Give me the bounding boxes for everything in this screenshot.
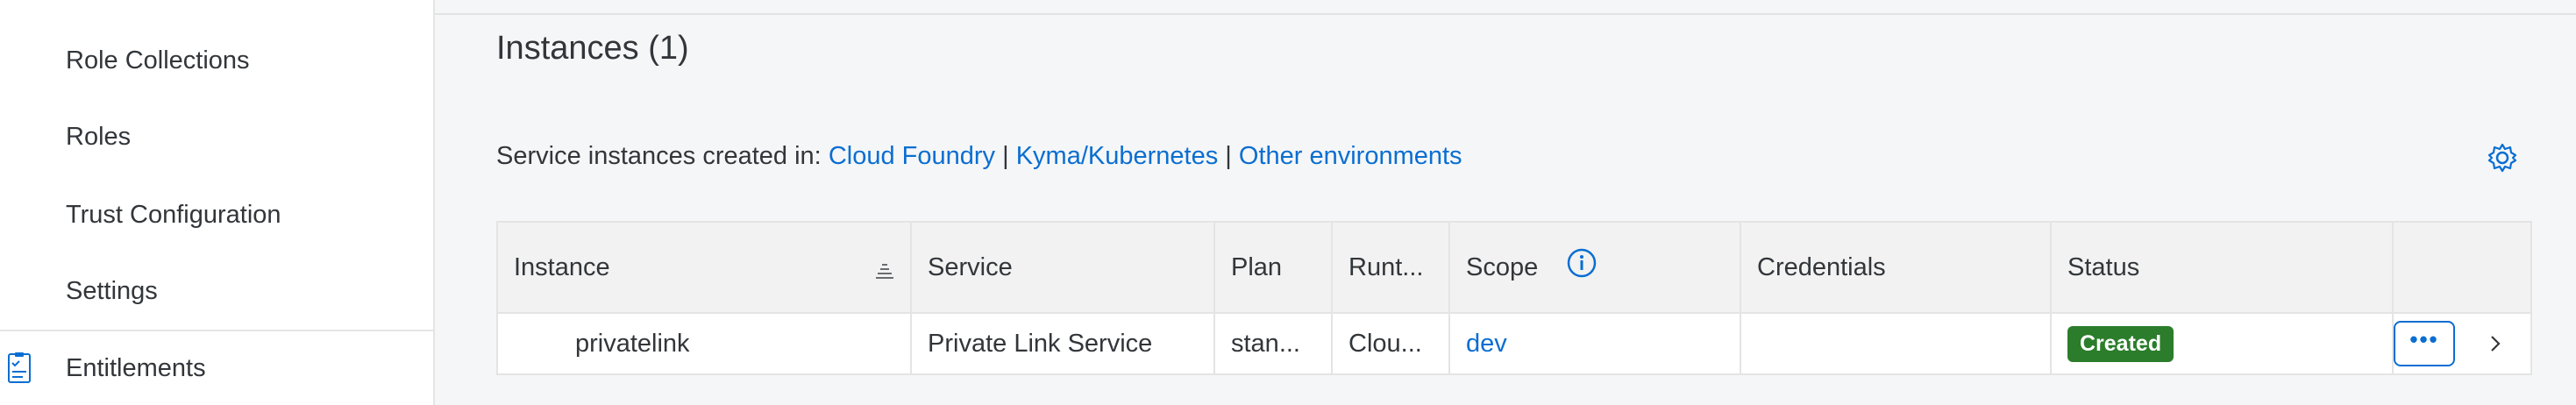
- entitlements-icon: [7, 352, 32, 384]
- env-link-other-environments[interactable]: Other environments: [1239, 142, 1462, 170]
- column-header-credentials[interactable]: Credentials: [1741, 223, 2052, 312]
- cell-runtime: Clou...: [1333, 314, 1450, 373]
- sidebar-item-trust-configuration[interactable]: Trust Configuration: [0, 180, 433, 250]
- more-actions-button[interactable]: •••: [2394, 321, 2455, 366]
- more-actions-label: •••: [2409, 325, 2439, 352]
- sidebar-item-label: Roles: [66, 122, 132, 151]
- instance-name: privatelink: [575, 329, 690, 358]
- column-header-label: Scope: [1466, 252, 1539, 281]
- status-badge: Created: [2067, 325, 2174, 362]
- column-header-label: Runt...: [1348, 252, 1424, 281]
- env-separator: |: [1225, 142, 1232, 170]
- page-title: Instances (1): [496, 30, 689, 67]
- cell-credentials: [1741, 314, 2052, 373]
- column-header-label: Service: [928, 252, 1013, 281]
- env-link-kyma-kubernetes[interactable]: Kyma/Kubernetes: [1016, 142, 1219, 170]
- sidebar-item-label: Entitlements: [66, 353, 206, 382]
- sidebar-item-entitlements[interactable]: Entitlements: [0, 333, 433, 403]
- sidebar-item-roles[interactable]: Roles: [0, 102, 433, 172]
- chevron-right-icon[interactable]: [2487, 333, 2504, 354]
- column-header-label: Status: [2067, 252, 2140, 281]
- sidebar-item-role-collections[interactable]: Role Collections: [0, 25, 433, 96]
- top-divider: [435, 13, 2576, 15]
- sidebar-item-settings[interactable]: Settings: [0, 256, 433, 326]
- sort-icon[interactable]: [875, 258, 894, 279]
- column-header-runtime[interactable]: Runt...: [1333, 223, 1450, 312]
- column-header-service[interactable]: Service: [912, 223, 1215, 312]
- env-prefix-text: Service instances created in:: [496, 142, 822, 170]
- sidebar-divider: [0, 330, 433, 331]
- cell-scope: dev: [1450, 314, 1741, 373]
- cell-plan: stan...: [1215, 314, 1333, 373]
- env-link-cloud-foundry[interactable]: Cloud Foundry: [829, 142, 995, 170]
- column-header-plan[interactable]: Plan: [1215, 223, 1333, 312]
- table-header-row: Instance Service Plan Runt... Scope Cred…: [498, 223, 2530, 314]
- instances-table: Instance Service Plan Runt... Scope Cred…: [496, 221, 2532, 375]
- column-header-label: Instance: [514, 252, 610, 281]
- sidebar-item-label: Settings: [66, 276, 158, 305]
- runtime-name: Clou...: [1348, 329, 1422, 358]
- sidebar: Role Collections Roles Trust Configurati…: [0, 0, 435, 405]
- info-icon[interactable]: [1566, 247, 1598, 279]
- column-header-instance[interactable]: Instance: [498, 223, 912, 312]
- table-row[interactable]: privatelink Private Link Service stan...…: [498, 314, 2530, 373]
- cell-service: Private Link Service: [912, 314, 1215, 373]
- column-header-status[interactable]: Status: [2052, 223, 2394, 312]
- column-header-label: Plan: [1231, 252, 1283, 281]
- scope-link[interactable]: dev: [1450, 330, 1507, 359]
- sidebar-item-label: Trust Configuration: [66, 200, 281, 229]
- cell-status: Created: [2052, 314, 2394, 373]
- environment-filter-line: Service instances created in: Cloud Foun…: [496, 142, 1462, 171]
- cell-instance: privatelink: [498, 314, 912, 373]
- sidebar-item-label: Role Collections: [66, 46, 250, 75]
- gear-icon[interactable]: [2487, 142, 2518, 174]
- column-header-actions: [2394, 223, 2530, 312]
- service-name: Private Link Service: [928, 329, 1153, 358]
- env-separator: |: [1002, 142, 1009, 170]
- column-header-label: Credentials: [1757, 252, 1886, 281]
- plan-name: stan...: [1231, 329, 1300, 358]
